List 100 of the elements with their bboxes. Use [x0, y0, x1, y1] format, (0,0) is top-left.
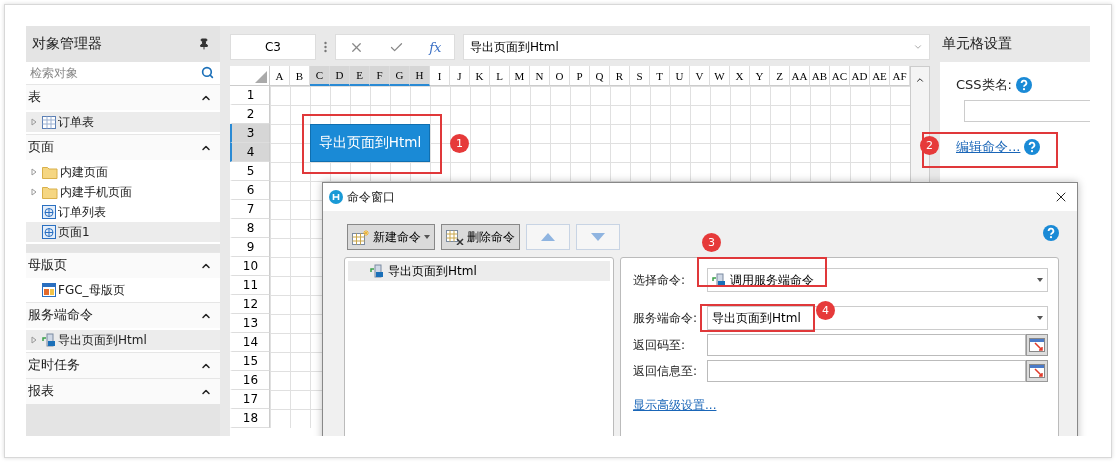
- row-header[interactable]: 9: [230, 238, 270, 257]
- row-header[interactable]: 11: [230, 276, 270, 295]
- column-header[interactable]: Y: [750, 66, 770, 86]
- pin-icon[interactable]: [198, 38, 210, 50]
- column-header[interactable]: E: [350, 66, 370, 86]
- expand-arrow-icon[interactable]: [30, 336, 38, 344]
- row-header[interactable]: 4: [230, 143, 270, 162]
- command-select[interactable]: 调用服务端命令: [707, 268, 1048, 292]
- section-header[interactable]: 母版页: [26, 252, 220, 278]
- column-header[interactable]: AA: [790, 66, 810, 86]
- cell-target-field[interactable]: [707, 334, 1026, 356]
- delete-table-icon: [446, 229, 464, 245]
- column-header[interactable]: X: [730, 66, 750, 86]
- css-class-field[interactable]: [964, 100, 1090, 122]
- row-header[interactable]: 17: [230, 390, 270, 409]
- column-header[interactable]: B: [290, 66, 310, 86]
- caret-icon: [1037, 278, 1043, 282]
- row-header[interactable]: 15: [230, 352, 270, 371]
- column-header[interactable]: O: [550, 66, 570, 86]
- row-header[interactable]: 13: [230, 314, 270, 333]
- column-header[interactable]: Q: [590, 66, 610, 86]
- row-header[interactable]: 7: [230, 200, 270, 219]
- delete-command-button[interactable]: 删除命令: [441, 224, 520, 250]
- insert-function-button[interactable]: fx: [429, 39, 442, 55]
- field-label: 选择命令:: [633, 271, 687, 289]
- section-title: 表: [28, 89, 41, 106]
- export-button[interactable]: 导出页面到Html: [310, 124, 430, 162]
- tree-item[interactable]: 页面1: [26, 222, 220, 242]
- cell-picker-button[interactable]: [1026, 334, 1048, 356]
- row-header[interactable]: 18: [230, 409, 270, 428]
- row-header[interactable]: 12: [230, 295, 270, 314]
- help-icon[interactable]: [1043, 225, 1059, 241]
- column-header[interactable]: W: [710, 66, 730, 86]
- select-all-icon[interactable]: [255, 71, 267, 83]
- section-header[interactable]: 定时任务: [26, 352, 220, 378]
- command-icon: [370, 264, 384, 278]
- column-header[interactable]: AB: [810, 66, 830, 86]
- field-label: 返回信息至:: [633, 362, 699, 380]
- table-icon: [42, 115, 56, 129]
- cell-picker-icon: [1029, 338, 1045, 352]
- section-header[interactable]: 页面: [26, 134, 220, 160]
- row-header[interactable]: 10: [230, 257, 270, 276]
- cell-reference-field[interactable]: C3: [230, 34, 316, 60]
- column-header[interactable]: F: [370, 66, 390, 86]
- search-icon[interactable]: [201, 66, 214, 79]
- column-header[interactable]: R: [610, 66, 630, 86]
- help-icon[interactable]: [1024, 139, 1041, 155]
- column-header[interactable]: K: [470, 66, 490, 86]
- column-header[interactable]: D: [330, 66, 350, 86]
- expand-arrow-icon[interactable]: [30, 118, 38, 126]
- grip-icon: [324, 41, 327, 53]
- tree-item[interactable]: 订单表: [26, 112, 220, 132]
- column-header[interactable]: P: [570, 66, 590, 86]
- cell-target-field[interactable]: [707, 360, 1026, 382]
- cell-picker-button[interactable]: [1026, 360, 1048, 382]
- new-command-button[interactable]: 新建命令: [347, 224, 435, 250]
- column-header[interactable]: V: [690, 66, 710, 86]
- help-icon[interactable]: [1015, 77, 1032, 93]
- move-up-button[interactable]: [526, 224, 570, 250]
- column-header[interactable]: G: [390, 66, 410, 86]
- row-header[interactable]: 3: [230, 124, 270, 143]
- advanced-settings-link[interactable]: 显示高级设置...: [633, 398, 717, 412]
- row-header[interactable]: 2: [230, 105, 270, 124]
- search-field[interactable]: 检索对象: [26, 62, 220, 84]
- section-header[interactable]: 服务端命令: [26, 302, 220, 328]
- row-header[interactable]: 1: [230, 86, 270, 105]
- column-header[interactable]: Z: [770, 66, 790, 86]
- new-table-icon: [352, 229, 370, 245]
- column-header[interactable]: N: [530, 66, 550, 86]
- row-header[interactable]: 5: [230, 162, 270, 181]
- expand-arrow-icon[interactable]: [30, 188, 38, 196]
- formula-field[interactable]: 导出页面到Html: [463, 34, 930, 60]
- section-header[interactable]: 报表: [26, 378, 220, 404]
- column-header[interactable]: J: [450, 66, 470, 86]
- command-item[interactable]: 导出页面到Html: [348, 261, 610, 281]
- up-triangle-icon: [541, 233, 555, 241]
- column-header[interactable]: U: [670, 66, 690, 86]
- column-header[interactable]: H: [410, 66, 430, 86]
- column-header[interactable]: L: [490, 66, 510, 86]
- down-triangle-icon: [591, 233, 605, 241]
- edit-command-link[interactable]: 编辑命令...: [956, 138, 1021, 156]
- row-header[interactable]: 6: [230, 181, 270, 200]
- row-header[interactable]: 8: [230, 219, 270, 238]
- row-header[interactable]: 16: [230, 371, 270, 390]
- tree-item[interactable]: 导出页面到Html: [26, 330, 220, 350]
- expand-arrow-icon[interactable]: [30, 168, 38, 176]
- scroll-up-icon[interactable]: [915, 75, 925, 85]
- column-header[interactable]: M: [510, 66, 530, 86]
- column-header[interactable]: AF: [890, 66, 910, 86]
- column-header[interactable]: S: [630, 66, 650, 86]
- move-down-button[interactable]: [576, 224, 620, 250]
- column-header[interactable]: C: [310, 66, 330, 86]
- column-header[interactable]: AE: [870, 66, 890, 86]
- column-header[interactable]: AC: [830, 66, 850, 86]
- column-header[interactable]: A: [270, 66, 290, 86]
- column-header[interactable]: I: [430, 66, 450, 86]
- row-header[interactable]: 14: [230, 333, 270, 352]
- column-header[interactable]: T: [650, 66, 670, 86]
- section-header[interactable]: 表: [26, 84, 220, 110]
- column-header[interactable]: AD: [850, 66, 870, 86]
